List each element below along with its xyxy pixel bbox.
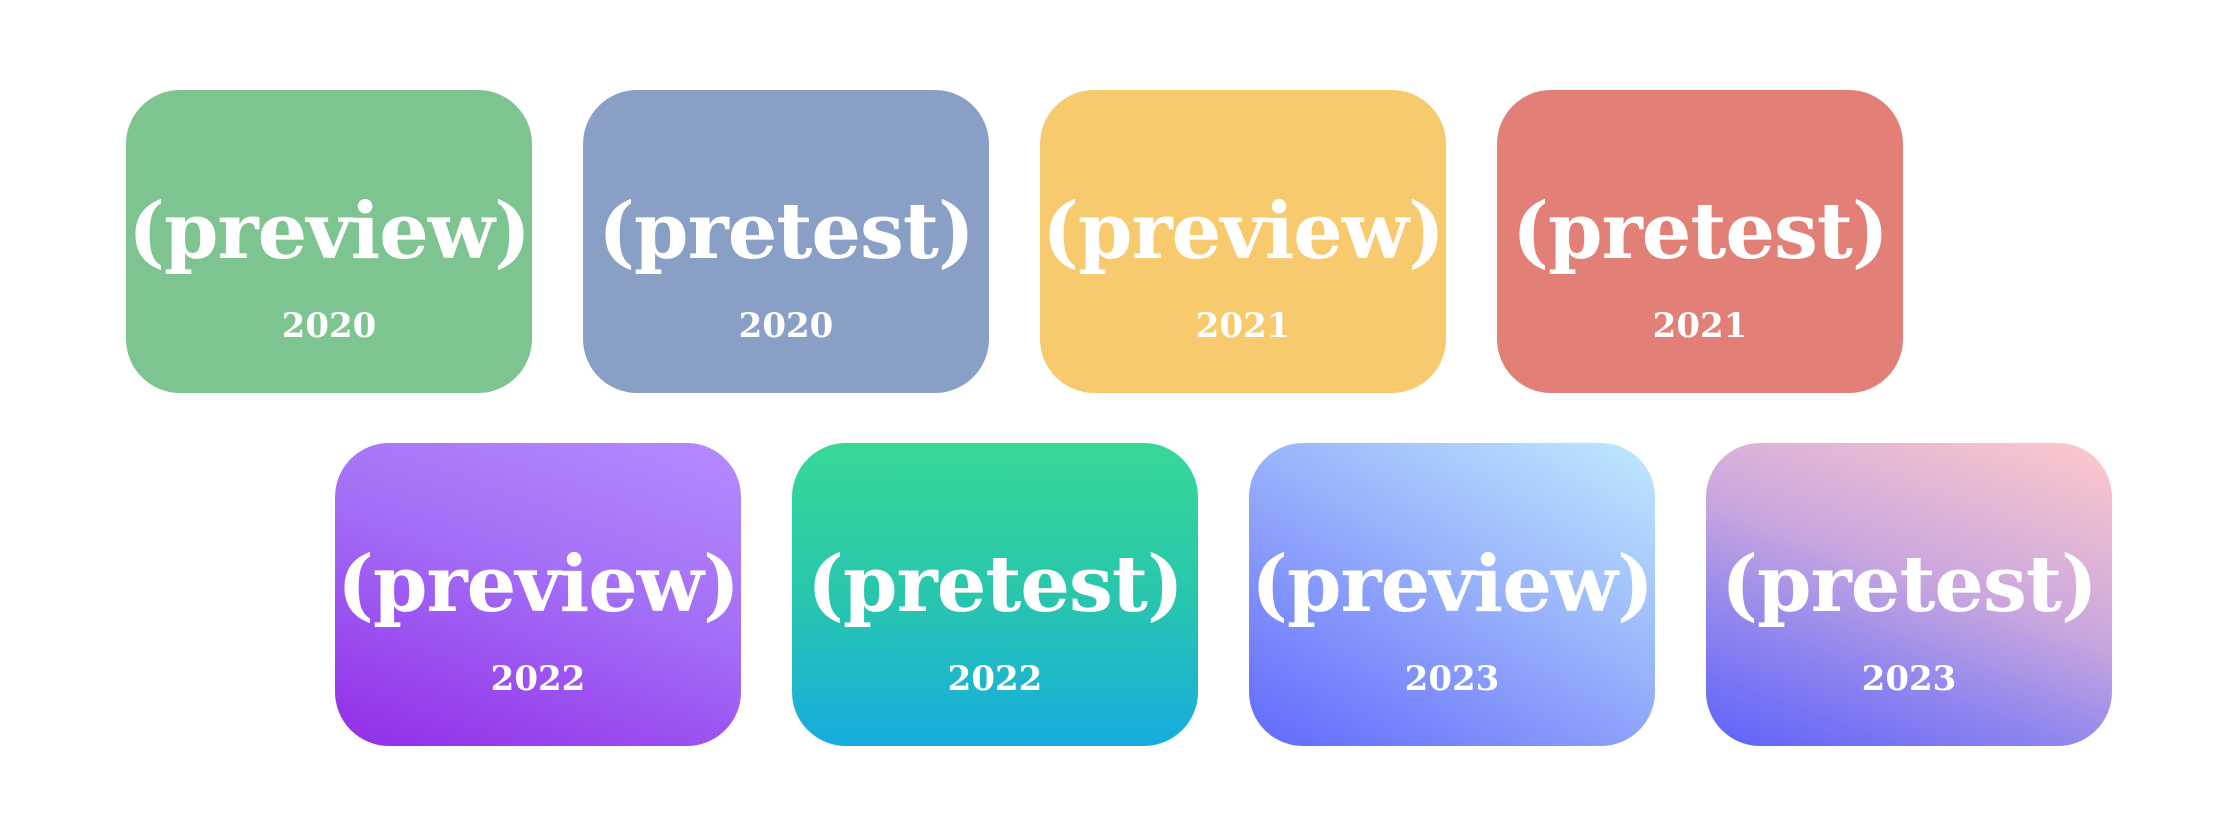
card-label: (pretest) <box>807 539 1184 630</box>
card-label: (preview) <box>1042 186 1445 277</box>
card-year: 2020 <box>738 306 834 346</box>
card-label: (pretest) <box>1512 186 1889 277</box>
card-label: (preview) <box>337 539 740 630</box>
card-year: 2022 <box>947 659 1043 699</box>
card-pretest-2021[interactable]: (pretest) 2021 <box>1497 90 1903 393</box>
card-preview-2022[interactable]: (preview) 2022 <box>335 443 741 746</box>
card-preview-2023[interactable]: (preview) 2023 <box>1249 443 1655 746</box>
card-preview-2021[interactable]: (preview) 2021 <box>1040 90 1446 393</box>
card-year: 2023 <box>1861 659 1957 699</box>
card-label: (preview) <box>1251 539 1654 630</box>
card-label: (pretest) <box>598 186 975 277</box>
card-label: (pretest) <box>1721 539 2098 630</box>
card-pretest-2023[interactable]: (pretest) 2023 <box>1706 443 2112 746</box>
card-year: 2021 <box>1195 306 1291 346</box>
card-pretest-2022[interactable]: (pretest) 2022 <box>792 443 1198 746</box>
card-year: 2022 <box>490 659 586 699</box>
card-grid: (preview) 2020 (pretest) 2020 (preview) … <box>0 0 2240 836</box>
card-label: (preview) <box>128 186 531 277</box>
card-year: 2023 <box>1404 659 1500 699</box>
card-preview-2020[interactable]: (preview) 2020 <box>126 90 532 393</box>
card-year: 2020 <box>281 306 377 346</box>
card-year: 2021 <box>1652 306 1748 346</box>
card-pretest-2020[interactable]: (pretest) 2020 <box>583 90 989 393</box>
